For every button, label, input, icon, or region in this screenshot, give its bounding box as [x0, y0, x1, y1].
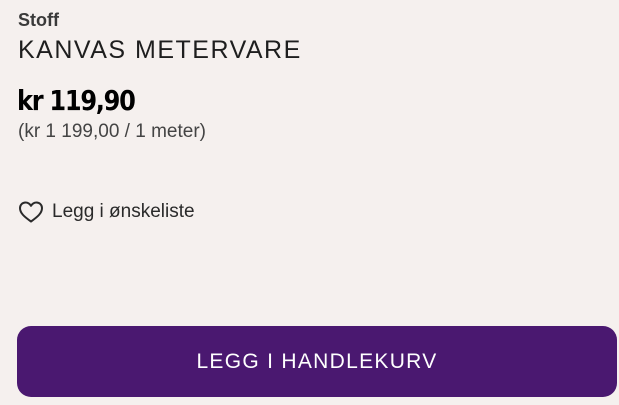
- wishlist-label: Legg i ønskeliste: [52, 201, 195, 222]
- unit-price: (kr 1 199,00 / 1 meter): [18, 121, 206, 142]
- product-category: Stoff: [18, 10, 59, 30]
- product-title: KANVAS METERVARE: [18, 36, 302, 64]
- product-info-panel: Stoff KANVAS METERVARE kr 119,90 (kr 1 1…: [0, 0, 619, 405]
- add-to-wishlist-link[interactable]: Legg i ønskeliste: [18, 200, 195, 224]
- heart-outline-icon: [18, 200, 44, 224]
- add-to-cart-button[interactable]: LEGG I HANDLEKURV: [17, 326, 617, 397]
- product-price: kr 119,90: [17, 84, 136, 117]
